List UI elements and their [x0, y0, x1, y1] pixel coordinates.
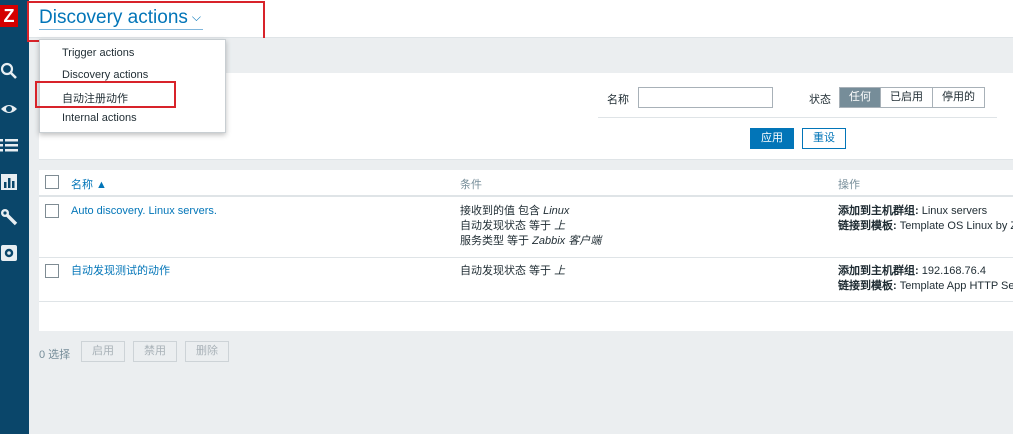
- menu-item-trigger-actions[interactable]: Trigger actions: [62, 47, 134, 59]
- menu-item-internal-actions[interactable]: Internal actions: [62, 112, 137, 124]
- select-all-checkbox[interactable]: [45, 175, 59, 189]
- page-header: Discovery actions ⌵: [29, 0, 1013, 38]
- status-option-disabled[interactable]: 停用的: [933, 88, 984, 107]
- column-header-name[interactable]: 名称 ▲: [71, 176, 107, 192]
- status-option-any[interactable]: 任何: [840, 88, 881, 107]
- table-header: 名称 ▲ 条件 操作: [39, 170, 1013, 197]
- filter-name-label: 名称: [607, 94, 629, 106]
- selected-count: 0 选择: [39, 349, 71, 361]
- page-title-dropdown[interactable]: Discovery actions ⌵: [39, 6, 203, 30]
- operations-cell: 添加到主机群组: 192.168.76.4 链接到模板: Template Ap…: [838, 265, 1013, 292]
- action-name-link[interactable]: 自动发现测试的动作: [71, 264, 170, 279]
- menu-item-discovery-actions[interactable]: Discovery actions: [62, 69, 148, 81]
- filter-divider: [598, 117, 997, 118]
- search-icon[interactable]: [0, 62, 18, 82]
- status-segmented-control: 任何 已启用 停用的: [839, 87, 985, 108]
- action-name-link[interactable]: Auto discovery. Linux servers.: [71, 204, 217, 219]
- action-type-dropdown: Trigger actions Discovery actions 自动注册动作…: [39, 39, 226, 133]
- conditions-cell: 接收到的值 包含 Linux 自动发现状态 等于 上 服务类型 等于 Zabbi…: [460, 205, 602, 247]
- menu-item-autoregistration-actions[interactable]: 自动注册动作: [62, 90, 128, 106]
- page-title-text: Discovery actions: [39, 7, 188, 28]
- list-icon[interactable]: [0, 136, 18, 156]
- chevron-down-icon: ⌵: [191, 10, 201, 24]
- disable-button[interactable]: 禁用: [133, 341, 177, 362]
- wrench-icon[interactable]: [0, 208, 18, 228]
- enable-button[interactable]: 启用: [81, 341, 125, 362]
- row-checkbox[interactable]: [45, 264, 59, 278]
- row-checkbox[interactable]: [45, 204, 59, 218]
- filter-name-input[interactable]: [638, 87, 773, 108]
- column-header-conditions: 条件: [460, 179, 482, 191]
- table-row: Auto discovery. Linux servers. 接收到的值 包含 …: [39, 199, 1013, 258]
- conditions-cell: 自动发现状态 等于 上: [460, 265, 566, 277]
- actions-table: 名称 ▲ 条件 操作 Auto discovery. Linux servers…: [39, 170, 1013, 331]
- eye-icon[interactable]: [0, 100, 18, 120]
- status-option-enabled[interactable]: 已启用: [881, 88, 933, 107]
- table-row: 自动发现测试的动作 自动发现状态 等于 上 添加到主机群组: 192.168.7…: [39, 259, 1013, 302]
- apply-button[interactable]: 应用: [750, 128, 794, 149]
- zabbix-logo[interactable]: Z: [0, 5, 18, 27]
- filter-status-label: 状态: [809, 94, 831, 106]
- operations-cell: 添加到主机群组: Linux servers 链接到模板: Template O…: [838, 205, 1013, 232]
- gear-icon[interactable]: [0, 244, 18, 264]
- reset-button[interactable]: 重设: [802, 128, 846, 149]
- delete-button[interactable]: 删除: [185, 341, 229, 362]
- sidebar: Z: [0, 0, 29, 434]
- chart-icon[interactable]: [0, 173, 18, 193]
- column-header-operations: 操作: [838, 179, 860, 191]
